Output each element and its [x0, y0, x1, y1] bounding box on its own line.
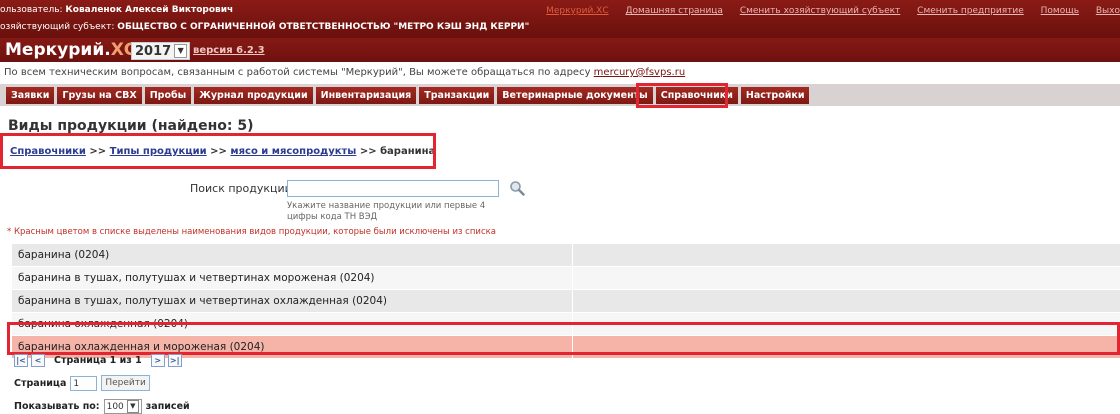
support-email-link[interactable]: mercury@fsvps.ru [594, 67, 685, 78]
app-logo: Меркурий.ХС [5, 40, 136, 60]
entity-label: озяйствующий субъект: [0, 22, 115, 32]
main-menu-bar: Заявки Грузы на СВХ Пробы Журнал продукц… [0, 84, 1120, 106]
last-page-button[interactable]: >| [167, 354, 182, 367]
page-title: Виды продукции (найдено: 5) [8, 118, 254, 134]
search-hint: Укажите название продукции или первые 4 … [287, 201, 485, 223]
link-mercury-xc[interactable]: Меркурий.ХС [546, 6, 609, 16]
chevron-down-icon[interactable]: ▼ [174, 44, 188, 58]
pagination: |< < Страница 1 из 1 > >| [14, 354, 182, 367]
menu-item-settings[interactable]: Настройки [740, 87, 810, 104]
table-row[interactable]: баранина (0204) [12, 244, 1120, 267]
version-link[interactable]: версия 6.2.3 [193, 45, 265, 56]
first-page-button[interactable]: |< [14, 354, 28, 367]
brand-name: Меркурий. [5, 40, 111, 60]
show-label: Показывать по: [14, 401, 100, 412]
menu-item-customs-cargo[interactable]: Грузы на СВХ [57, 87, 142, 104]
page-indicator: Страница 1 из 1 [54, 355, 142, 366]
highlight-box-references [636, 83, 728, 108]
menu-item-requests[interactable]: Заявки [6, 87, 55, 104]
header-links: Меркурий.ХС Домашняя страница Сменить хо… [532, 6, 1120, 16]
highlight-box-row [7, 322, 1120, 355]
product-name[interactable]: баранина в тушах, полутушах и четвертина… [12, 267, 573, 289]
brand-bar: Меркурий.ХС 2017 ▼ версия 6.2.3 [0, 38, 1120, 62]
highlight-box-breadcrumb [0, 133, 436, 169]
prev-page-button[interactable]: < [31, 354, 45, 367]
search-hint-line1: Укажите название продукции или первые 4 [287, 201, 486, 211]
support-text: По всем техническим вопросам, связанным … [4, 67, 594, 78]
user-name: Коваленок Алексей Викторович [65, 5, 234, 15]
user-label: ользователь: [0, 5, 63, 15]
table-row[interactable]: баранина в тушах, полутушах и четвертина… [12, 267, 1120, 290]
link-home[interactable]: Домашняя страница [625, 6, 722, 16]
search-hint-line2: цифры кода ТН ВЭД [287, 212, 378, 222]
menu-item-product-journal[interactable]: Журнал продукции [194, 87, 313, 104]
search-icon[interactable] [509, 180, 525, 196]
excluded-note: * Красным цветом в списке выделены наиме… [7, 227, 496, 237]
table-row[interactable]: баранина в тушах, полутушах и четвертина… [12, 290, 1120, 313]
page-label: Страница [14, 377, 67, 389]
link-help[interactable]: Помощь [1041, 6, 1079, 16]
product-name[interactable]: баранина (0204) [12, 244, 573, 266]
top-header: ользователь: Коваленок Алексей Викторови… [0, 0, 1120, 38]
search-input[interactable] [287, 180, 499, 197]
link-logout[interactable]: Выхо [1096, 6, 1120, 16]
menu-item-inventory[interactable]: Инвентаризация [315, 87, 417, 104]
link-change-entity[interactable]: Сменить хозяйствующий субъект [740, 6, 900, 16]
year-select[interactable]: 2017 ▼ [131, 42, 191, 60]
menu-item-vet-documents[interactable]: Ветеринарные документы [497, 87, 653, 104]
page-size-value: 100 [106, 401, 124, 412]
search-label: Поиск продукции: [190, 182, 296, 195]
product-name[interactable]: баранина в тушах, полутушах и четвертина… [12, 290, 573, 312]
entity-name: ОБЩЕСТВО С ОГРАНИЧЕННОЙ ОТВЕТСТВЕННОСТЬЮ… [117, 22, 530, 32]
menu-item-samples[interactable]: Пробы [144, 87, 192, 104]
next-page-button[interactable]: > [150, 354, 165, 367]
year-value: 2017 [135, 43, 172, 59]
user-line: ользователь: Коваленок Алексей Викторови… [0, 5, 233, 15]
support-line: По всем техническим вопросам, связанным … [4, 67, 685, 78]
chevron-down-icon[interactable]: ▼ [126, 400, 139, 413]
entity-line: озяйствующий субъект: ОБЩЕСТВО С ОГРАНИЧ… [0, 22, 529, 32]
go-button[interactable]: Перейти [101, 375, 150, 391]
link-change-enterprise[interactable]: Сменить предприятие [917, 6, 1024, 16]
goto-page: Страница 1 Перейти [14, 375, 150, 391]
menu-item-transactions[interactable]: Транзакции [419, 87, 495, 104]
show-suffix: записей [145, 401, 190, 412]
page-number-input[interactable]: 1 [70, 375, 98, 391]
